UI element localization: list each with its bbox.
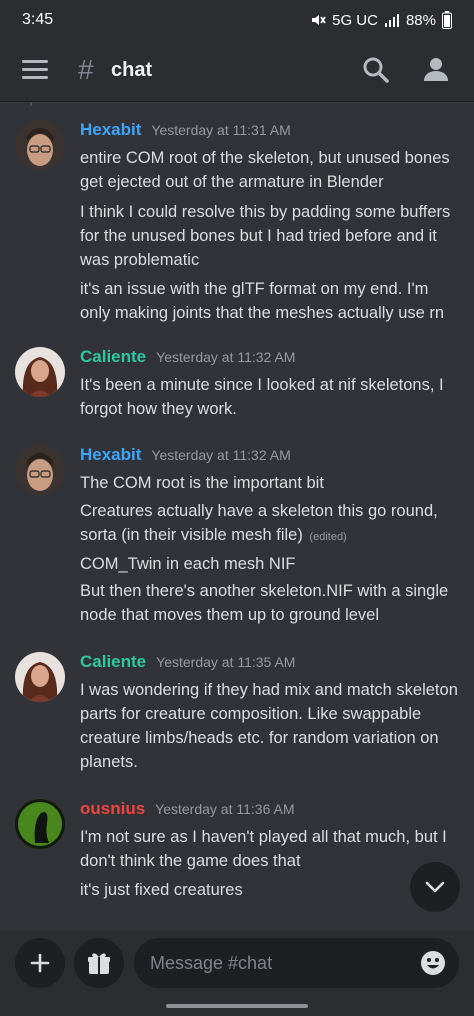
message-text[interactable]: I was wondering if they had mix and matc…: [80, 678, 460, 774]
timestamp: Yesterday at 11:36 AM: [155, 801, 295, 817]
timestamp: Yesterday at 11:31 AM: [151, 122, 291, 138]
message-input[interactable]: Message #chat: [134, 938, 459, 988]
message-header: Hexabit Yesterday at 11:31 AM: [80, 120, 291, 140]
battery-icon: [442, 11, 452, 29]
emoji-icon[interactable]: [419, 949, 447, 977]
message-text[interactable]: it's an issue with the glTF format on my…: [80, 277, 460, 325]
reply-connector: [30, 102, 32, 106]
message-text[interactable]: I'm not sure as I haven't played all tha…: [80, 825, 460, 873]
author-name[interactable]: Caliente: [80, 347, 146, 367]
message-text[interactable]: I think I could resolve this by padding …: [80, 200, 460, 272]
plus-icon: [30, 953, 50, 973]
signal-icon: [384, 14, 399, 27]
message-input-placeholder: Message #chat: [150, 952, 273, 973]
message-text[interactable]: Creatures actually have a skeleton this …: [80, 499, 460, 549]
chevron-down-icon: [425, 881, 445, 893]
status-bar: 3:45 5G UC 88%: [0, 0, 474, 40]
menu-icon[interactable]: [22, 60, 48, 80]
channel-name: chat: [111, 59, 153, 81]
status-indicators: 5G UC 88%: [310, 11, 452, 29]
author-name[interactable]: Caliente: [80, 652, 146, 672]
author-name[interactable]: Hexabit: [80, 120, 141, 140]
avatar[interactable]: [15, 347, 65, 397]
battery-level: 88%: [405, 11, 436, 29]
gift-icon: [88, 953, 110, 974]
author-name[interactable]: Hexabit: [80, 445, 141, 465]
message-text[interactable]: COM_Twin in each mesh NIF: [80, 552, 460, 576]
add-attachment-button[interactable]: [15, 938, 65, 988]
avatar[interactable]: [15, 120, 65, 170]
message-text[interactable]: The COM root is the important bit: [80, 471, 460, 495]
status-time: 3:45: [22, 11, 54, 28]
message-text[interactable]: But then there's another skeleton.NIF wi…: [80, 579, 460, 627]
message-header: Caliente Yesterday at 11:35 AM: [80, 652, 295, 672]
timestamp: Yesterday at 11:32 AM: [156, 349, 296, 365]
author-name[interactable]: ousnius: [80, 799, 145, 819]
gift-button[interactable]: [74, 938, 124, 988]
message-header: Hexabit Yesterday at 11:32 AM: [80, 445, 291, 465]
message-list[interactable]: Hexabit Yesterday at 11:31 AM entire COM…: [0, 102, 474, 930]
channel-header: # chat: [0, 40, 474, 102]
jump-to-present-button[interactable]: [410, 862, 460, 912]
network-label: 5G UC: [332, 11, 378, 29]
search-icon[interactable]: [360, 54, 392, 86]
message-header: ousnius Yesterday at 11:36 AM: [80, 799, 295, 819]
mute-icon: [312, 15, 326, 25]
avatar[interactable]: [15, 652, 65, 702]
home-indicator: [166, 1004, 308, 1008]
message-text-content: Creatures actually have a skeleton this …: [80, 502, 438, 544]
avatar[interactable]: [15, 445, 65, 495]
message-text[interactable]: it's just fixed creatures: [80, 878, 460, 902]
message-text[interactable]: It's been a minute since I looked at nif…: [80, 373, 460, 421]
edited-label: (edited): [309, 531, 347, 543]
members-icon[interactable]: [420, 54, 452, 86]
hash-icon: #: [78, 54, 94, 85]
avatar[interactable]: [15, 799, 65, 849]
message-header: Caliente Yesterday at 11:32 AM: [80, 347, 295, 367]
message-text[interactable]: entire COM root of the skeleton, but unu…: [80, 146, 460, 194]
timestamp: Yesterday at 11:32 AM: [151, 447, 291, 463]
timestamp: Yesterday at 11:35 AM: [156, 654, 296, 670]
